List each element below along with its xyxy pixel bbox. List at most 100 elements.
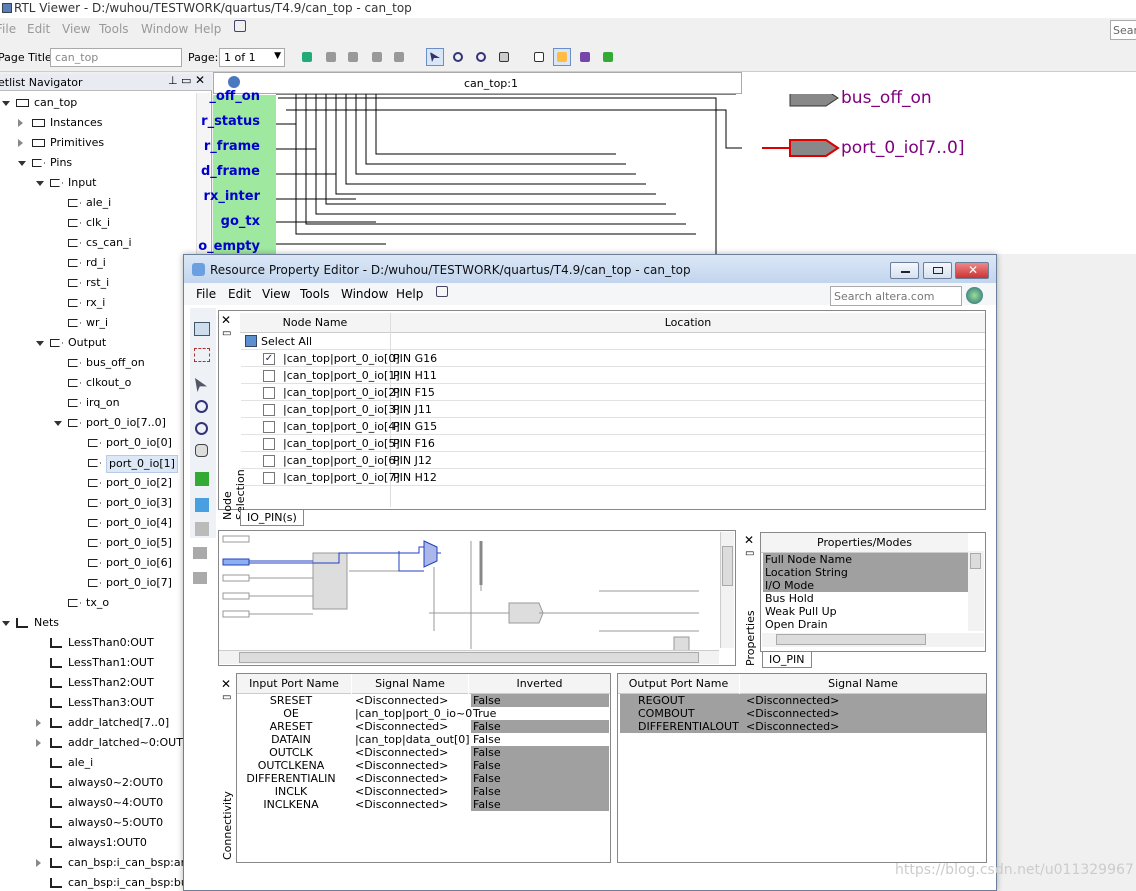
check-icon[interactable] (195, 522, 209, 536)
select-region-icon[interactable] (194, 348, 210, 362)
editor-menu-edit[interactable]: Edit (228, 287, 251, 301)
output-signal-name[interactable]: <Disconnected> (746, 720, 839, 733)
assign-icon[interactable] (195, 472, 209, 486)
tab-io-pin[interactable]: IO_PIN (762, 652, 812, 668)
maximize-button[interactable] (923, 262, 952, 279)
expand-right-icon[interactable] (18, 139, 23, 147)
float-icon[interactable]: ▭ (222, 328, 231, 339)
input-port-row[interactable]: OUTCLKENA <Disconnected> False (237, 759, 610, 772)
expand-right-icon[interactable] (18, 119, 23, 127)
close-icon[interactable]: ✕ (744, 533, 754, 547)
output-signal-name[interactable]: <Disconnected> (746, 694, 839, 707)
properties-hscroll[interactable] (762, 633, 984, 647)
mini-schematic-hscroll[interactable] (219, 650, 719, 664)
mini-schematic-vscroll[interactable] (720, 532, 734, 648)
property-item[interactable]: Location String (763, 566, 969, 579)
zoom-in-icon[interactable] (449, 48, 467, 66)
input-port-row[interactable]: OUTCLK <Disconnected> False (237, 746, 610, 759)
pin-list-icon[interactable] (194, 322, 210, 336)
input-inverted[interactable]: False (471, 772, 609, 785)
property-item[interactable]: Full Node Name (763, 553, 969, 566)
input-signal-name[interactable]: <Disconnected> (355, 720, 471, 733)
close-icon[interactable]: ✕ (221, 313, 231, 327)
column-header-output-signal[interactable]: Signal Name (740, 674, 986, 694)
expand-down-icon[interactable] (54, 421, 62, 426)
minimize-button[interactable] (890, 262, 919, 279)
properties-vscroll[interactable] (968, 551, 984, 631)
node-checkbox[interactable]: ✓ (263, 353, 275, 365)
expand-down-icon[interactable] (18, 161, 26, 166)
output-port-row[interactable]: COMBOUT <Disconnected> (620, 707, 986, 720)
menu-window[interactable]: Window (141, 22, 188, 36)
input-signal-name[interactable]: <Disconnected> (355, 785, 471, 798)
select-all-checkbox[interactable] (245, 335, 257, 347)
select-all-row[interactable]: Select All (241, 333, 985, 350)
output-signal-name[interactable]: <Disconnected> (746, 707, 839, 720)
pin-icon-navigator[interactable]: ⊥ (168, 74, 178, 87)
editor-menu-view[interactable]: View (262, 287, 290, 301)
page-select[interactable]: 1 of 1 ▼ (219, 48, 285, 67)
zoom-out-icon[interactable] (195, 422, 208, 435)
scroll-thumb[interactable] (239, 652, 699, 663)
expand-right-icon[interactable] (36, 739, 41, 747)
close-icon[interactable]: ✕ (221, 677, 231, 691)
property-item[interactable]: I/O Mode (763, 579, 969, 592)
node-row[interactable]: |can_top|port_0_io[2] PIN F15 (241, 384, 985, 401)
property-item[interactable]: Weak Pull Up (763, 605, 969, 618)
hierarchy-up-icon[interactable] (368, 48, 386, 66)
schematic-tab-title[interactable]: can_top:1 (464, 77, 518, 90)
forward-icon[interactable] (344, 48, 362, 66)
input-port-row[interactable]: INCLK <Disconnected> False (237, 785, 610, 798)
node-row[interactable]: |can_top|port_0_io[4] PIN G15 (241, 418, 985, 435)
output-port-row[interactable]: REGOUT <Disconnected> (620, 694, 986, 707)
expand-down-icon[interactable] (36, 181, 44, 186)
node-checkbox[interactable] (263, 370, 275, 382)
node-checkbox[interactable] (263, 404, 275, 416)
input-inverted[interactable]: True (471, 707, 609, 720)
node-row[interactable]: |can_top|port_0_io[6] PIN J12 (241, 452, 985, 469)
input-port-row[interactable]: INCLKENA <Disconnected> False (237, 798, 610, 811)
scroll-thumb[interactable] (722, 546, 733, 586)
main-search-input[interactable]: Sear (1110, 20, 1136, 40)
input-inverted[interactable]: False (471, 759, 609, 772)
input-port-row[interactable]: SRESET <Disconnected> False (237, 694, 610, 707)
hand-icon[interactable] (195, 444, 208, 457)
close-icon[interactable]: ✕ (195, 73, 205, 87)
input-inverted[interactable]: False (471, 733, 609, 746)
menu-file[interactable]: File (0, 22, 16, 36)
zoom-in-icon[interactable] (195, 400, 208, 413)
editor-search-input[interactable]: Search altera.com (830, 286, 962, 306)
editor-menu-file[interactable]: File (196, 287, 216, 301)
property-item[interactable]: Open Drain (763, 618, 969, 631)
editor-menu-help[interactable]: Help (396, 287, 423, 301)
select-arrow-icon[interactable] (195, 378, 207, 392)
expand-down-icon[interactable] (2, 621, 10, 626)
back-icon[interactable] (322, 48, 340, 66)
refresh-icon[interactable] (298, 48, 316, 66)
input-inverted[interactable]: False (471, 720, 609, 733)
property-item[interactable]: Bus Hold (763, 592, 969, 605)
input-signal-name[interactable]: |can_top|port_0_io~0 (355, 707, 472, 720)
input-signal-name[interactable]: |can_top|data_out[0] (355, 733, 471, 746)
input-signal-name[interactable]: <Disconnected> (355, 772, 471, 785)
input-port-row[interactable]: DIFFERENTIALIN <Disconnected> False (237, 772, 610, 785)
input-port-row[interactable]: ARESET <Disconnected> False (237, 720, 610, 733)
forward-icon[interactable] (193, 572, 207, 584)
zoom-out-icon[interactable] (472, 48, 490, 66)
menu-view[interactable]: View (62, 22, 90, 36)
column-header-signal[interactable]: Signal Name (352, 674, 468, 694)
column-header-inverted[interactable]: Inverted (469, 674, 610, 694)
tab-io-pins[interactable]: IO_PIN(s) (240, 510, 304, 526)
apply-icon[interactable] (195, 498, 209, 512)
node-row[interactable]: |can_top|port_0_io[7] PIN H12 (241, 469, 985, 486)
expand-down-icon[interactable] (2, 101, 10, 106)
menu-edit[interactable]: Edit (27, 22, 50, 36)
node-row[interactable]: |can_top|port_0_io[5] PIN F16 (241, 435, 985, 452)
node-checkbox[interactable] (263, 455, 275, 467)
hand-icon[interactable] (495, 48, 513, 66)
page-title-field[interactable]: can_top (50, 48, 182, 67)
editor-menu-tools[interactable]: Tools (300, 287, 330, 301)
column-header-output-port[interactable]: Output Port Name (618, 674, 739, 694)
input-inverted[interactable]: False (471, 785, 609, 798)
input-port-row[interactable]: DATAIN |can_top|data_out[0] False (237, 733, 610, 746)
